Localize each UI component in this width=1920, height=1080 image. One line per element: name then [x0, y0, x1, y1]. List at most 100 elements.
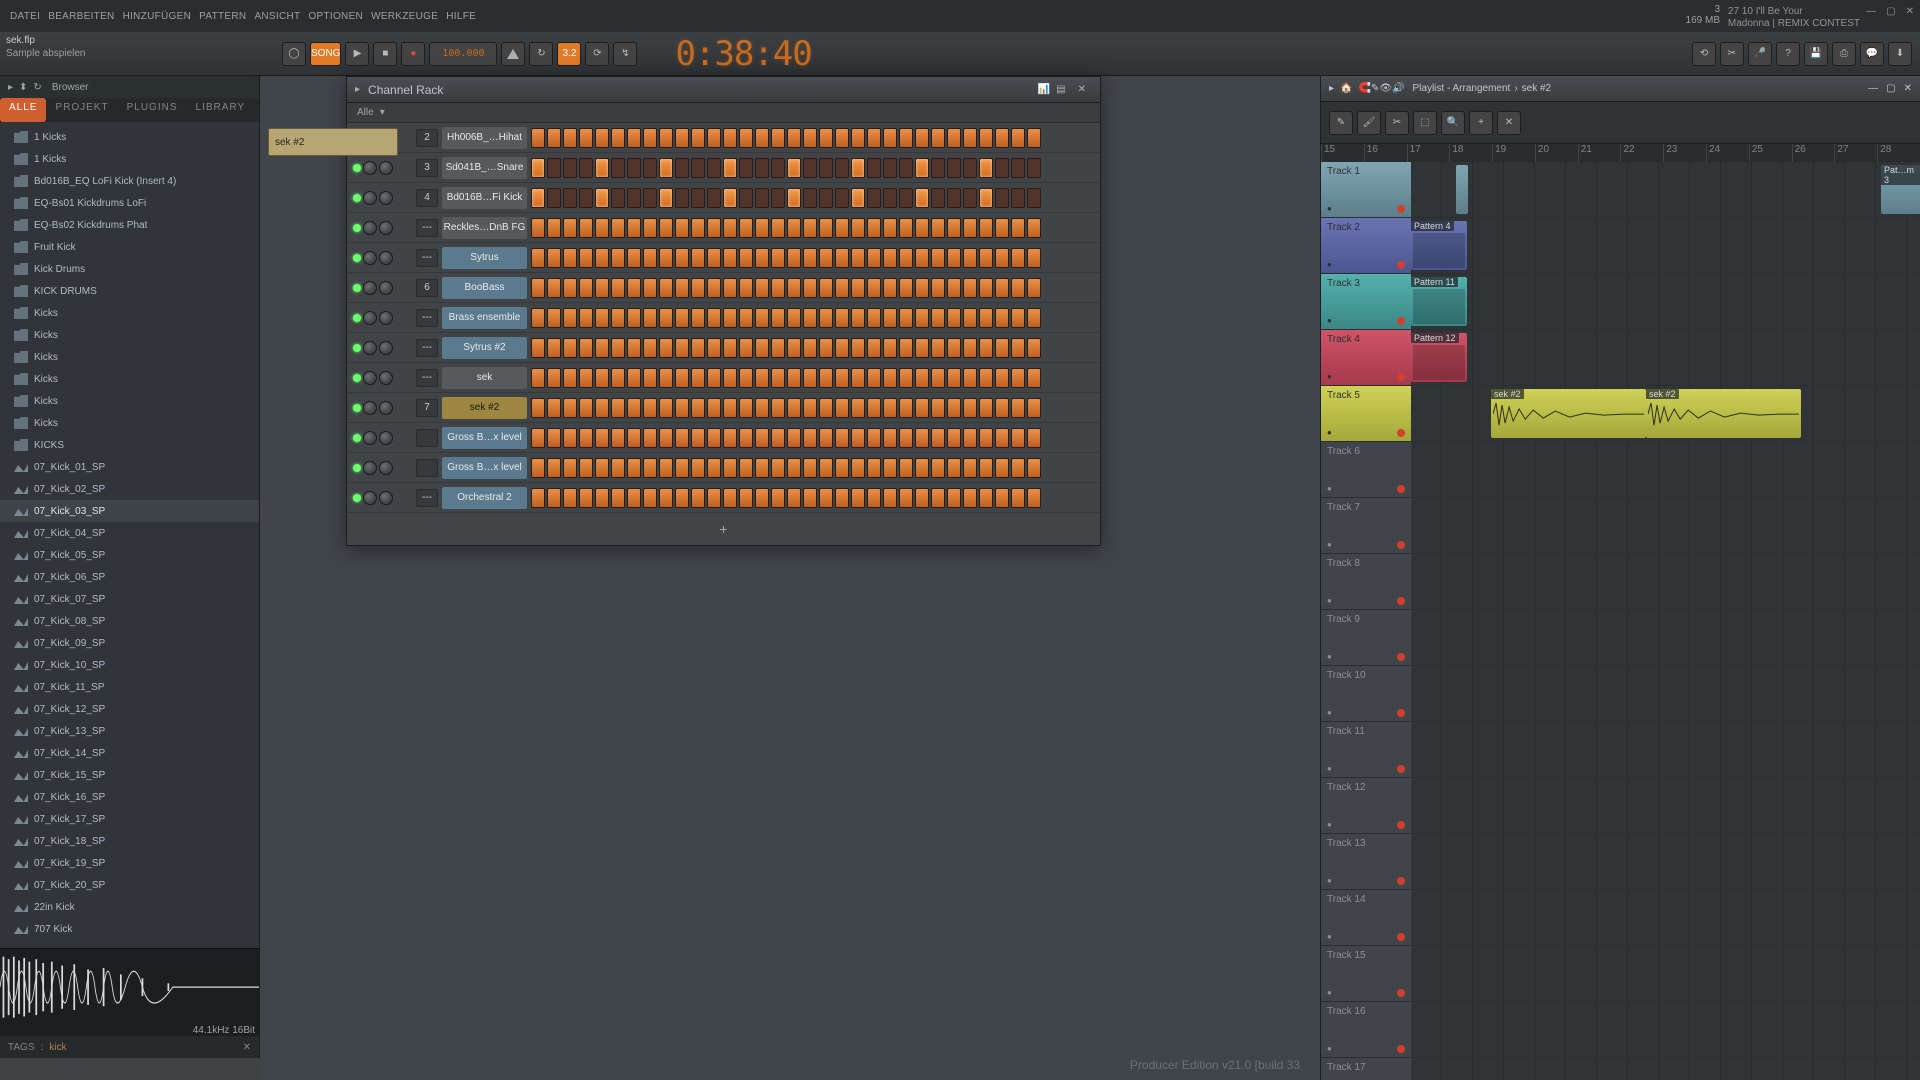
- step-cell[interactable]: [883, 488, 897, 508]
- step-cell[interactable]: [915, 248, 929, 268]
- step-cell[interactable]: [723, 158, 737, 178]
- step-cell[interactable]: [723, 308, 737, 328]
- vol-knob[interactable]: [379, 251, 393, 265]
- step-cell[interactable]: [627, 368, 641, 388]
- step-cell[interactable]: [803, 428, 817, 448]
- vol-knob[interactable]: [379, 401, 393, 415]
- channel-name-button[interactable]: Sd041B_…Snare: [442, 157, 527, 179]
- step-cell[interactable]: [947, 428, 961, 448]
- expand-icon[interactable]: ⬍: [19, 82, 27, 93]
- step-cell[interactable]: [819, 188, 833, 208]
- step-cell[interactable]: [1011, 128, 1025, 148]
- step-cell[interactable]: [963, 308, 977, 328]
- step-cell[interactable]: [931, 308, 945, 328]
- step-sequencer[interactable]: [531, 188, 1051, 208]
- step-cell[interactable]: [883, 338, 897, 358]
- step-cell[interactable]: [883, 398, 897, 418]
- step-cell[interactable]: [739, 338, 753, 358]
- onekey-icon[interactable]: 💬: [1860, 42, 1884, 66]
- step-cell[interactable]: [707, 458, 721, 478]
- step-cell[interactable]: [851, 308, 865, 328]
- step-cell[interactable]: [627, 488, 641, 508]
- menu-werkzeuge[interactable]: WERKZEUGE: [367, 11, 442, 22]
- step-cell[interactable]: [739, 428, 753, 448]
- tree-file[interactable]: 07_Kick_14_SP: [0, 742, 259, 764]
- step-cell[interactable]: [739, 368, 753, 388]
- minimize-button[interactable]: —: [1866, 6, 1876, 17]
- step-cell[interactable]: [643, 488, 657, 508]
- step-cell[interactable]: [1011, 158, 1025, 178]
- step-cell[interactable]: [963, 398, 977, 418]
- step-cell[interactable]: [707, 398, 721, 418]
- step-cell[interactable]: [899, 368, 913, 388]
- step-cell[interactable]: [659, 428, 673, 448]
- step-cell[interactable]: [851, 458, 865, 478]
- step-cell[interactable]: [835, 458, 849, 478]
- step-cell[interactable]: [547, 368, 561, 388]
- track-header[interactable]: Track 7●: [1321, 498, 1411, 553]
- step-cell[interactable]: [531, 218, 545, 238]
- step-sequencer[interactable]: [531, 158, 1051, 178]
- step-cell[interactable]: [659, 278, 673, 298]
- step-cell[interactable]: [995, 218, 1009, 238]
- track-mute-icon[interactable]: ●: [1327, 652, 1332, 661]
- pl-draw-icon[interactable]: ✎: [1371, 83, 1379, 94]
- track-arm-icon[interactable]: [1397, 653, 1405, 661]
- step-cell[interactable]: [643, 368, 657, 388]
- step-edit-icon[interactable]: ↯: [613, 42, 637, 66]
- step-cell[interactable]: [995, 338, 1009, 358]
- step-cell[interactable]: [787, 188, 801, 208]
- track-arm-icon[interactable]: [1397, 429, 1405, 437]
- mixer-route[interactable]: [416, 459, 438, 477]
- channel-name-button[interactable]: sek: [442, 367, 527, 389]
- step-sequencer[interactable]: [531, 398, 1051, 418]
- step-cell[interactable]: [611, 158, 625, 178]
- step-cell[interactable]: [995, 308, 1009, 328]
- track-mute-icon[interactable]: ●: [1327, 316, 1332, 325]
- tree-file[interactable]: 07_Kick_17_SP: [0, 808, 259, 830]
- step-cell[interactable]: [947, 398, 961, 418]
- step-cell[interactable]: [627, 458, 641, 478]
- step-cell[interactable]: [1011, 338, 1025, 358]
- step-cell[interactable]: [675, 368, 689, 388]
- step-cell[interactable]: [915, 308, 929, 328]
- track-arm-icon[interactable]: [1397, 597, 1405, 605]
- step-cell[interactable]: [947, 218, 961, 238]
- step-cell[interactable]: [995, 458, 1009, 478]
- track-lane[interactable]: Pat…m 3: [1411, 162, 1920, 217]
- channel-name-button[interactable]: BooBass: [442, 277, 527, 299]
- mixer-route[interactable]: 6: [416, 279, 438, 297]
- step-cell[interactable]: [979, 308, 993, 328]
- step-cell[interactable]: [707, 218, 721, 238]
- tree-folder[interactable]: EQ-Bs01 Kickdrums LoFi: [0, 192, 259, 214]
- time-display[interactable]: 0:38:40: [675, 34, 811, 74]
- pl-tool-draw-icon[interactable]: ✎: [1329, 111, 1353, 135]
- step-cell[interactable]: [659, 218, 673, 238]
- step-cell[interactable]: [819, 158, 833, 178]
- step-cell[interactable]: [675, 188, 689, 208]
- tags-clear-icon[interactable]: ✕: [243, 1042, 251, 1053]
- step-cell[interactable]: [1027, 188, 1041, 208]
- step-cell[interactable]: [835, 338, 849, 358]
- step-cell[interactable]: [931, 428, 945, 448]
- tree-file[interactable]: 07_Kick_19_SP: [0, 852, 259, 874]
- step-cell[interactable]: [963, 248, 977, 268]
- step-cell[interactable]: [563, 248, 577, 268]
- track-lane[interactable]: [1411, 610, 1920, 665]
- step-cell[interactable]: [675, 128, 689, 148]
- step-cell[interactable]: [835, 188, 849, 208]
- step-cell[interactable]: [723, 398, 737, 418]
- pat-song-toggle[interactable]: SONG: [310, 42, 341, 66]
- track-lane[interactable]: [1411, 834, 1920, 889]
- step-cell[interactable]: [611, 188, 625, 208]
- track-header[interactable]: Track 6●: [1321, 442, 1411, 497]
- track-mute-icon[interactable]: ●: [1327, 932, 1332, 941]
- step-cell[interactable]: [771, 338, 785, 358]
- step-cell[interactable]: [883, 428, 897, 448]
- step-cell[interactable]: [531, 368, 545, 388]
- pl-tool-select-icon[interactable]: ⬚: [1413, 111, 1437, 135]
- step-cell[interactable]: [819, 128, 833, 148]
- step-cell[interactable]: [595, 428, 609, 448]
- step-cell[interactable]: [771, 188, 785, 208]
- track-header[interactable]: Track 12●: [1321, 778, 1411, 833]
